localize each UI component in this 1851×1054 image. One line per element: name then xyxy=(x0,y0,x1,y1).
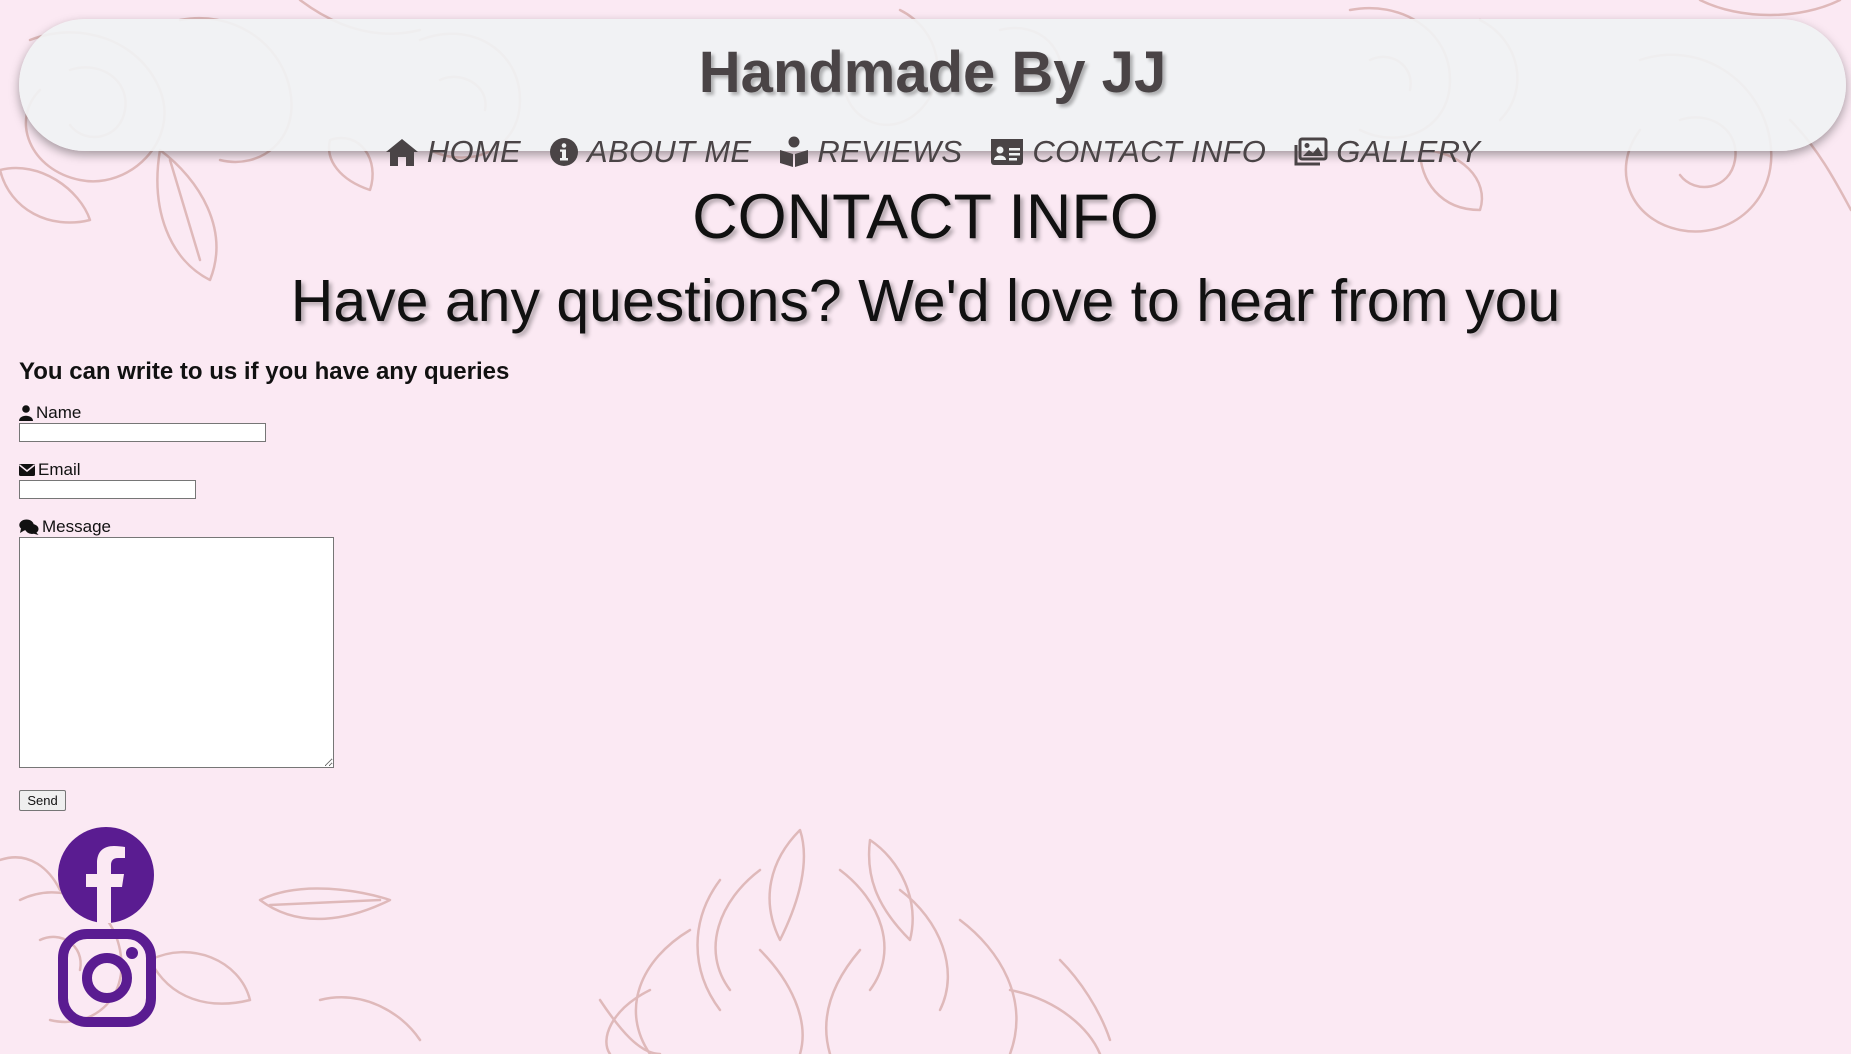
nav-item-label: ABOUT ME xyxy=(587,134,752,169)
user-icon xyxy=(19,405,33,421)
nav-item-contact-info[interactable]: CONTACT INFO xyxy=(990,134,1266,170)
name-field[interactable] xyxy=(19,423,266,442)
images-icon xyxy=(1294,137,1328,166)
book-reader-icon xyxy=(780,136,809,167)
nav-item-home[interactable]: HOME xyxy=(385,134,521,170)
nav-item-gallery[interactable]: GALLERY xyxy=(1294,134,1480,170)
page-subtitle: Have any questions? We'd love to hear fr… xyxy=(290,268,1561,334)
id-card-icon xyxy=(991,139,1024,165)
facebook-icon xyxy=(58,827,154,923)
nav-item-reviews[interactable]: REVIEWS xyxy=(779,134,962,170)
message-label-text: Message xyxy=(42,517,111,536)
nav-item-label: GALLERY xyxy=(1336,134,1481,169)
nav-item-label: HOME xyxy=(426,134,522,169)
instagram-icon xyxy=(58,929,156,1027)
home-icon xyxy=(385,139,418,166)
page-title: CONTACT INFO xyxy=(692,182,1159,252)
email-field[interactable] xyxy=(19,480,196,499)
nav-item-about-me[interactable]: ABOUT ME xyxy=(549,134,751,170)
comments-icon xyxy=(19,519,39,535)
envelope-icon xyxy=(19,464,35,476)
nav-item-label: REVIEWS xyxy=(817,134,963,169)
main-nav: HOME ABOUT ME REVIEWS CONTACT INFO GALLE… xyxy=(19,132,1846,172)
info-circle-icon xyxy=(550,138,579,166)
send-button[interactable]: Send xyxy=(19,790,66,811)
facebook-link[interactable] xyxy=(58,827,154,928)
email-label: Email xyxy=(19,460,81,480)
site-title: Handmade By JJ xyxy=(698,40,1167,105)
name-label-text: Name xyxy=(36,403,82,422)
nav-item-label: CONTACT INFO xyxy=(1032,134,1267,169)
message-field[interactable] xyxy=(19,537,334,768)
site-header: Handmade By JJ HOME ABOUT ME REVIEWS CON… xyxy=(19,19,1846,169)
instagram-link[interactable] xyxy=(58,929,156,1032)
form-intro-text: You can write to us if you have any quer… xyxy=(19,358,510,385)
message-label: Message xyxy=(19,517,111,537)
email-label-text: Email xyxy=(38,460,81,479)
name-label: Name xyxy=(19,403,81,423)
